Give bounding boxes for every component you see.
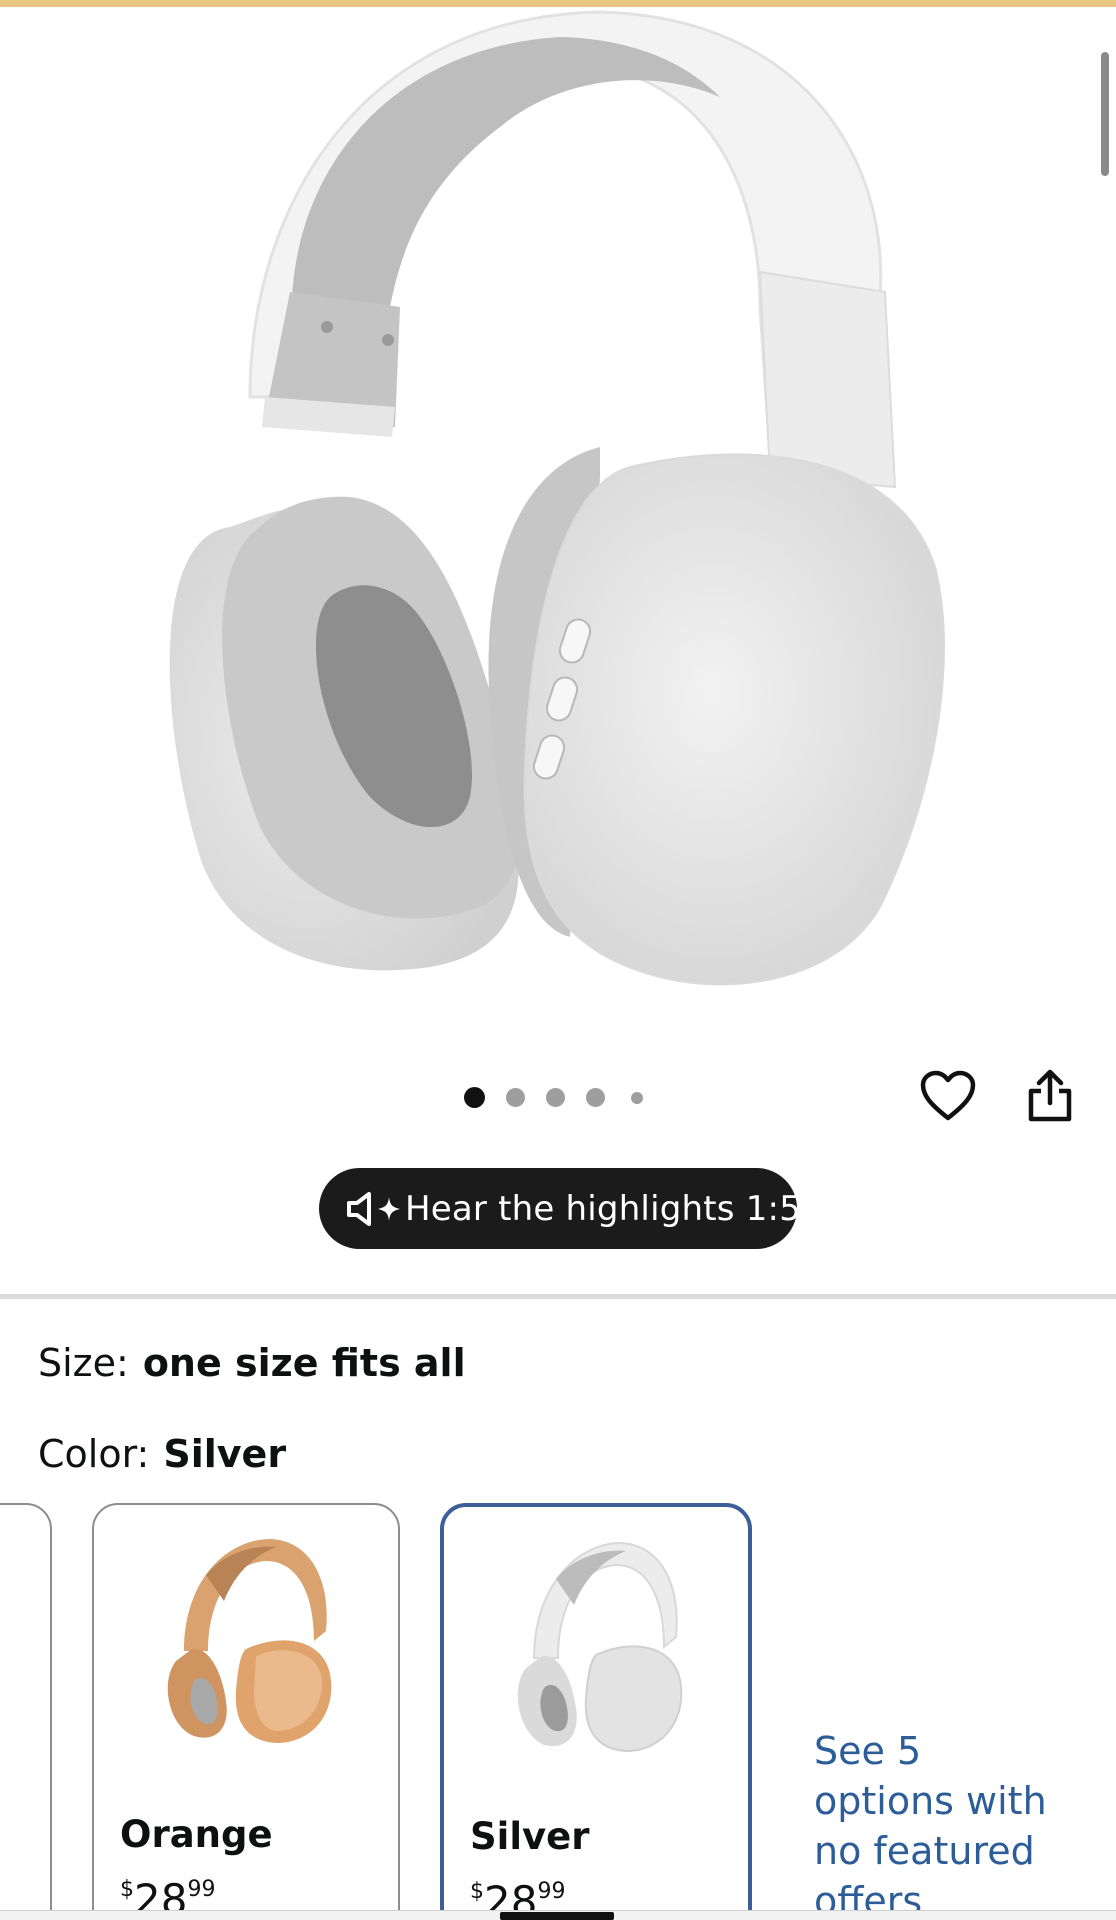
price-fraction: 99 xyxy=(537,1879,566,1904)
section-divider xyxy=(0,1294,1116,1299)
white-headphones-image xyxy=(169,10,945,986)
heart-icon xyxy=(920,1070,976,1121)
price-fraction: 99 xyxy=(187,1877,216,1902)
home-indicator xyxy=(500,1912,614,1920)
price-currency: $ xyxy=(120,1877,134,1902)
product-hero-image[interactable] xyxy=(0,7,1116,1007)
speaker-sparkle-icon xyxy=(345,1189,403,1229)
add-to-list-button[interactable] xyxy=(918,1066,978,1126)
carousel-dot-4[interactable] xyxy=(586,1088,605,1107)
see-more-options-link[interactable]: See 5 options with no featured offers xyxy=(814,1726,1064,1920)
variant-name: Silver xyxy=(470,1815,590,1858)
price-currency: $ xyxy=(470,1879,484,1904)
color-row: Color: Silver xyxy=(38,1432,286,1476)
silver-headphones-thumbnail xyxy=(444,1533,748,1763)
share-button[interactable] xyxy=(1020,1066,1080,1126)
page-scrollbar[interactable] xyxy=(1101,52,1109,176)
carousel-dot-3[interactable] xyxy=(546,1088,565,1107)
orange-headphones-thumbnail xyxy=(94,1531,398,1761)
carousel-dot-1[interactable] xyxy=(464,1087,485,1108)
size-value: one size fits all xyxy=(142,1341,466,1385)
color-value: Silver xyxy=(163,1432,287,1476)
hear-highlights-button[interactable]: Hear the highlights 1:55 xyxy=(319,1168,823,1249)
variant-swatch-silver[interactable]: Silver $2899 xyxy=(440,1503,752,1920)
color-label: Color: xyxy=(38,1432,150,1476)
carousel-dot-2[interactable] xyxy=(506,1088,525,1107)
size-label: Size: xyxy=(38,1341,129,1385)
share-icon xyxy=(1028,1069,1072,1122)
carousel-dot-5[interactable] xyxy=(631,1092,643,1104)
variant-swatch-partial[interactable] xyxy=(0,1503,52,1920)
top-accent-strip xyxy=(0,0,1116,7)
variant-name: Orange xyxy=(120,1813,273,1856)
variant-swatch-orange[interactable]: Orange $2899 xyxy=(92,1503,400,1920)
size-row: Size: one size fits all xyxy=(38,1341,466,1385)
hear-highlights-label: Hear the highlights 1:55 xyxy=(405,1188,823,1229)
